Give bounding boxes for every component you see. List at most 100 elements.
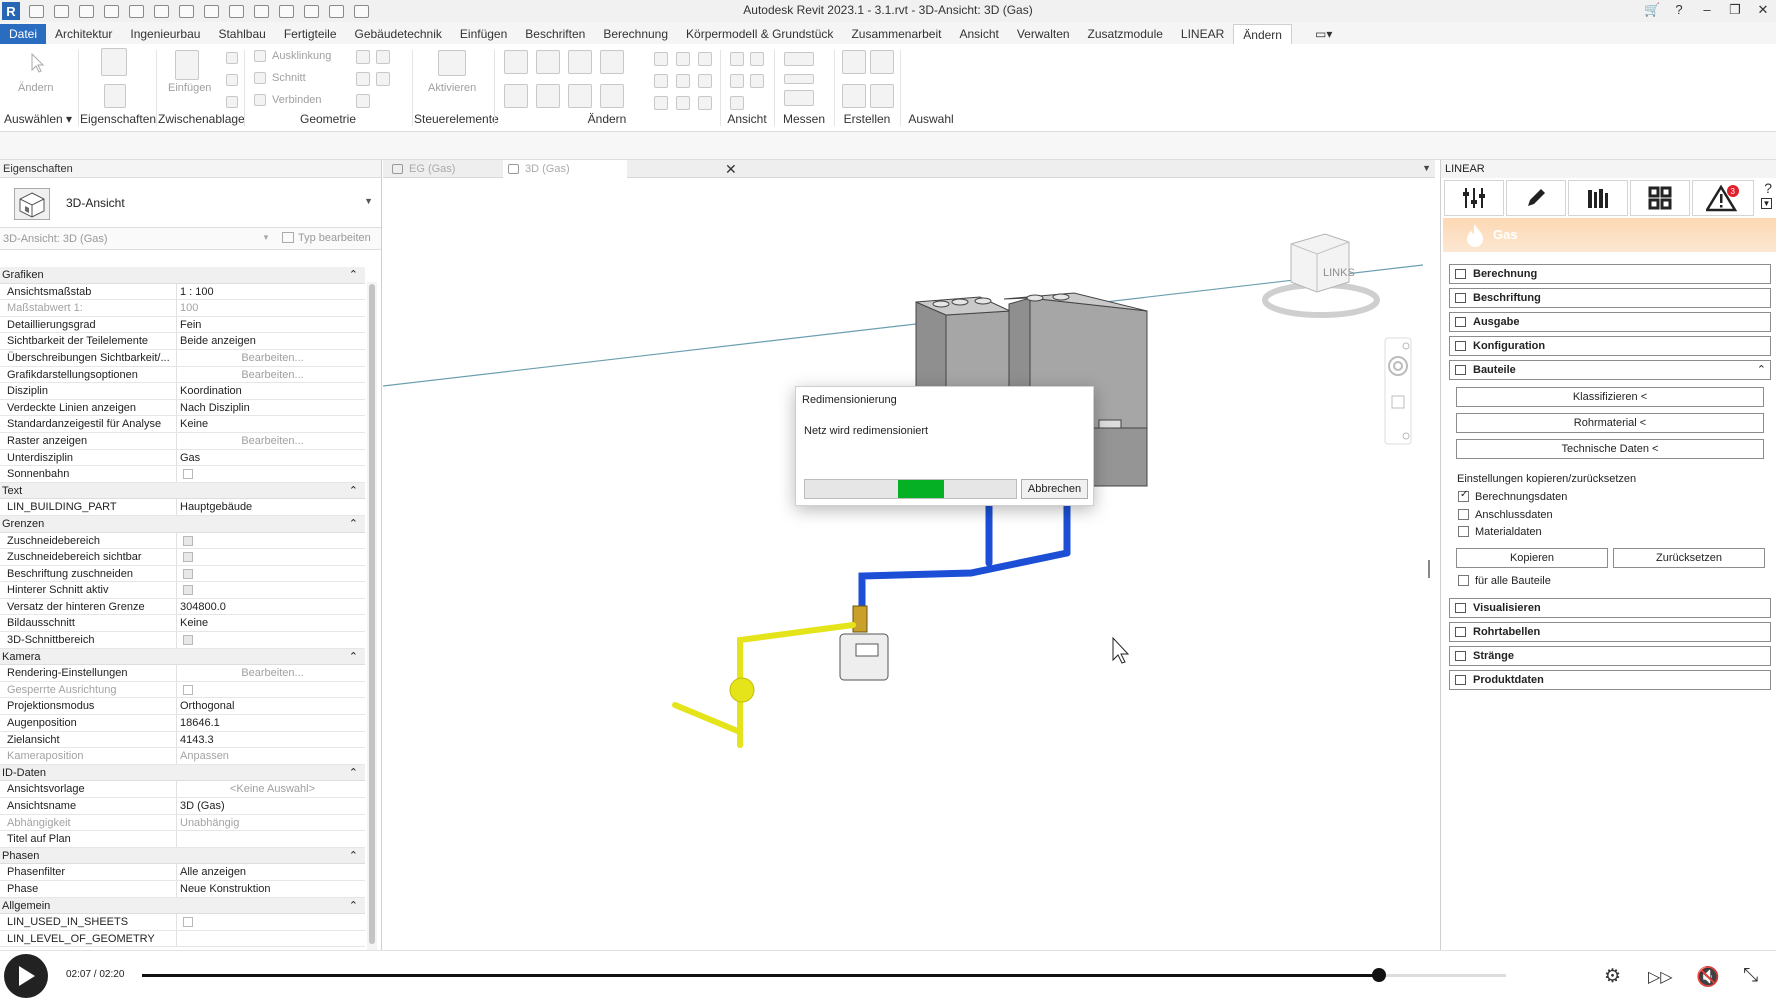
warning-icon[interactable]: 3	[1692, 180, 1754, 216]
ribbon-label-select[interactable]: Auswählen ▾	[0, 112, 76, 126]
linear-section-beschriftung[interactable]: Beschriftung	[1449, 288, 1771, 308]
cope-label[interactable]: Ausklinkung	[272, 50, 331, 62]
linear-section-visualisieren[interactable]: Visualisieren	[1449, 598, 1771, 618]
copy-element-icon[interactable]	[536, 84, 560, 108]
type-selector[interactable]: 3D-Ansicht ▼	[0, 178, 381, 228]
array-icon[interactable]	[698, 52, 712, 66]
collapse-icon[interactable]: ⌃	[349, 898, 358, 914]
paste-label[interactable]: Einfügen	[168, 82, 211, 94]
chevron-down-icon[interactable]: ▼	[1761, 198, 1772, 209]
menu-fertigteile[interactable]: Fertigteile	[275, 24, 346, 44]
sync-icon[interactable]	[104, 4, 119, 18]
property-value[interactable]: 18646.1	[177, 715, 365, 731]
tab-3d-gas[interactable]: 3D (Gas) ✕	[503, 160, 737, 178]
menu-verwalten[interactable]: Verwalten	[1008, 24, 1079, 44]
paint-view-icon[interactable]	[730, 96, 744, 110]
close-icon[interactable]: ✕	[725, 160, 737, 178]
seek-knob[interactable]	[1372, 968, 1387, 982]
align-icon[interactable]	[504, 50, 528, 74]
paint-icon[interactable]	[376, 50, 390, 64]
extend-icon[interactable]	[676, 96, 690, 110]
checkbox-anschlussdaten[interactable]: Anschlussdaten	[1458, 508, 1553, 521]
unpin-icon[interactable]	[698, 74, 712, 88]
create-parts-icon[interactable]	[870, 50, 894, 74]
splitter-handle[interactable]	[1428, 560, 1430, 578]
collapse-icon[interactable]: ⌃	[1757, 361, 1766, 379]
measure-icon[interactable]	[204, 4, 219, 18]
print-icon[interactable]	[179, 4, 194, 18]
rohrmaterial-button[interactable]: Rohrmaterial <	[1456, 413, 1764, 433]
menu-zusammenarbeit[interactable]: Zusammenarbeit	[842, 24, 950, 44]
cart-icon[interactable]: 🛒	[1644, 2, 1660, 18]
ribbon-display-options-icon[interactable]: ▭▾	[1306, 24, 1341, 44]
menu-stahlbau[interactable]: Stahlbau	[209, 24, 274, 44]
dimension-icon[interactable]	[229, 4, 244, 18]
property-value[interactable]: Neue Konstruktion	[177, 881, 365, 897]
chevron-down-icon[interactable]: ▼	[364, 196, 373, 206]
property-value[interactable]: 100	[177, 300, 365, 316]
property-checkbox[interactable]	[183, 585, 193, 596]
kopieren-button[interactable]: Kopieren	[1456, 548, 1608, 568]
switch-windows-icon[interactable]	[354, 4, 369, 18]
mirror-axis-icon[interactable]	[568, 50, 592, 74]
text-icon[interactable]	[254, 4, 269, 18]
hide-icon[interactable]	[730, 52, 744, 66]
new-file-icon[interactable]	[29, 4, 44, 18]
copy-icon[interactable]	[226, 74, 238, 86]
linear-section-berechnung[interactable]: Berechnung	[1449, 264, 1771, 284]
redo-icon[interactable]	[154, 4, 169, 18]
checkbox-materialdaten[interactable]: Materialdaten	[1458, 526, 1542, 538]
help-icon[interactable]: ?	[1672, 2, 1686, 18]
section-allgemein[interactable]: Allgemein ⌃	[0, 897, 365, 915]
property-value[interactable]: Koordination	[177, 383, 365, 399]
property-value[interactable]: Keine	[177, 416, 365, 432]
create-similar-icon[interactable]	[870, 84, 894, 108]
undo-icon[interactable]	[129, 4, 144, 18]
linear-section-produktdaten[interactable]: Produktdaten	[1449, 670, 1771, 690]
cut-label[interactable]: Schnitt	[272, 72, 306, 84]
menu-aendern[interactable]: Ändern	[1233, 24, 1292, 44]
linear-section-bauteile[interactable]: Bauteile ⌃	[1449, 360, 1771, 380]
collapse-icon[interactable]: ⌃	[349, 483, 358, 499]
offset-icon[interactable]	[536, 50, 560, 74]
grid-icon[interactable]	[1630, 180, 1690, 216]
linear-section-straenge[interactable]: Stränge	[1449, 646, 1771, 666]
3d-view-icon[interactable]	[279, 4, 294, 18]
property-value[interactable]: Fein	[177, 317, 365, 333]
override-icon[interactable]	[750, 52, 764, 66]
match-type-icon[interactable]	[226, 96, 238, 108]
klassifizieren-button[interactable]: Klassifizieren <	[1456, 387, 1764, 407]
mirror-draw-icon[interactable]	[600, 50, 624, 74]
mute-icon[interactable]: 🔇	[1696, 965, 1720, 989]
fast-forward-icon[interactable]: ▷▷	[1648, 967, 1673, 987]
checkbox-icon[interactable]	[1458, 508, 1469, 520]
menu-gebaeudetechnik[interactable]: Gebäudetechnik	[346, 24, 451, 44]
collapse-icon[interactable]: ⌃	[349, 649, 358, 665]
property-value[interactable]: 1 : 100	[177, 284, 365, 300]
property-value[interactable]: Unabhängig	[177, 815, 365, 831]
activate-controls-icon[interactable]	[438, 50, 466, 76]
checkbox-alle-bauteile[interactable]: für alle Bauteile	[1458, 575, 1551, 587]
instance-selector[interactable]: 3D-Ansicht: 3D (Gas) ▼ Typ bearbeiten	[0, 228, 381, 250]
linear-section-ausgabe[interactable]: Ausgabe	[1449, 312, 1771, 332]
checkbox-berechnungsdaten[interactable]: Berechnungsdaten	[1458, 489, 1567, 503]
property-value[interactable]: Bearbeiten...	[177, 433, 365, 449]
pin-icon[interactable]	[676, 74, 690, 88]
technische-daten-button[interactable]: Technische Daten <	[1456, 439, 1764, 459]
collapse-icon[interactable]: ⌃	[349, 848, 358, 864]
canvas-scrollbar[interactable]	[1423, 178, 1435, 950]
graphics-icon[interactable]	[750, 74, 764, 88]
menu-linear[interactable]: LINEAR	[1172, 24, 1233, 44]
seek-bar[interactable]	[142, 968, 1506, 982]
property-value[interactable]: Bearbeiten...	[177, 367, 365, 383]
property-value[interactable]: Anpassen	[177, 748, 365, 764]
create-group-icon[interactable]	[842, 84, 866, 108]
property-value[interactable]: Beide anzeigen	[177, 333, 365, 349]
linework-icon[interactable]	[730, 74, 744, 88]
menu-berechnung[interactable]: Berechnung	[594, 24, 677, 44]
linear-section-rohrtabellen[interactable]: Rohrtabellen	[1449, 622, 1771, 642]
section-kamera[interactable]: Kamera ⌃	[0, 648, 365, 666]
property-value[interactable]: Orthogonal	[177, 698, 365, 714]
property-value[interactable]: 3D (Gas)	[177, 798, 365, 814]
collapse-icon[interactable]: ⌃	[349, 765, 358, 781]
